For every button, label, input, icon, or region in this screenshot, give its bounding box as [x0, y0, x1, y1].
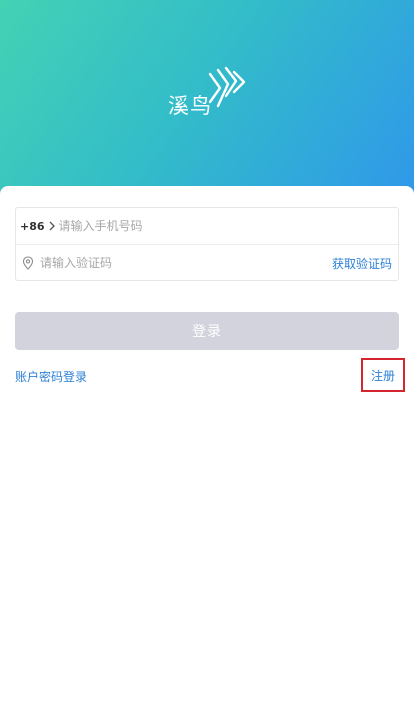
phone-input[interactable] [58, 211, 398, 241]
phone-row: +86 [16, 208, 398, 245]
chevron-right-icon[interactable] [47, 220, 57, 232]
register-highlight: 注册 [361, 358, 405, 392]
register-link[interactable]: 注册 [371, 367, 395, 384]
code-row: 获取验证码 [16, 245, 398, 281]
app-logo: 溪鸟 [168, 66, 252, 122]
login-button[interactable]: 登录 [15, 312, 399, 350]
location-pin-icon [22, 256, 34, 270]
feather-wing-icon [208, 66, 246, 108]
get-code-button[interactable]: 获取验证码 [332, 255, 392, 272]
login-fields: +86 获取验证码 [15, 207, 399, 281]
header-banner: 溪鸟 [0, 0, 414, 200]
verification-code-input[interactable] [40, 248, 332, 278]
login-card: +86 获取验证码 登录 账户密码登录 注册 [0, 186, 414, 720]
country-code-selector[interactable]: +86 [20, 220, 45, 233]
password-login-link[interactable]: 账户密码登录 [15, 368, 87, 385]
